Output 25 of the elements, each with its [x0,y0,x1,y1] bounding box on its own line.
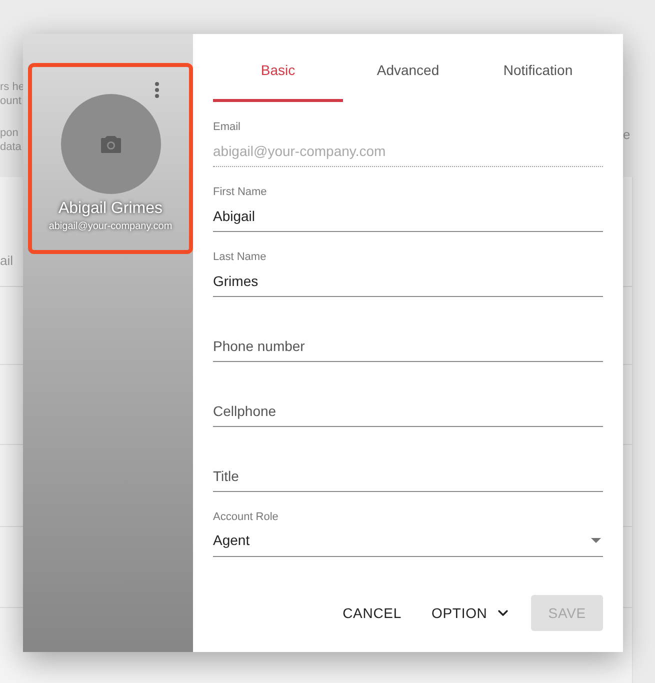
background-text: ount [0,94,22,108]
background-text: e [623,127,630,142]
more-vertical-icon[interactable] [154,81,160,99]
field-label: Account Role [213,510,280,525]
input-field[interactable]: Title [213,462,603,492]
input-field[interactable]: Phone number [213,332,603,362]
field-label: Email [213,120,242,135]
input-field[interactable]: Abigail [213,202,603,232]
user-email: abigail@your-company.com [48,220,172,234]
field-label: Last Name [213,250,268,265]
select-field[interactable]: Agent [213,527,603,557]
field-label: First Name [213,185,268,200]
tab[interactable]: Advanced [343,34,473,102]
background-text: ail [0,252,14,270]
cancel-button[interactable]: CANCEL [332,595,412,631]
background-text: data [0,140,22,154]
tab[interactable]: Basic [213,34,343,102]
dropdown-arrow-icon [591,538,601,543]
tab[interactable]: Notification [473,34,603,102]
camera-icon [100,136,120,152]
option-menu-button[interactable]: OPTION [422,595,522,631]
input-field[interactable]: Grimes [213,267,603,297]
user-name: Abigail Grimes [58,199,163,219]
background-text: pon [0,126,20,140]
input-field[interactable]: Cellphone [213,397,603,427]
